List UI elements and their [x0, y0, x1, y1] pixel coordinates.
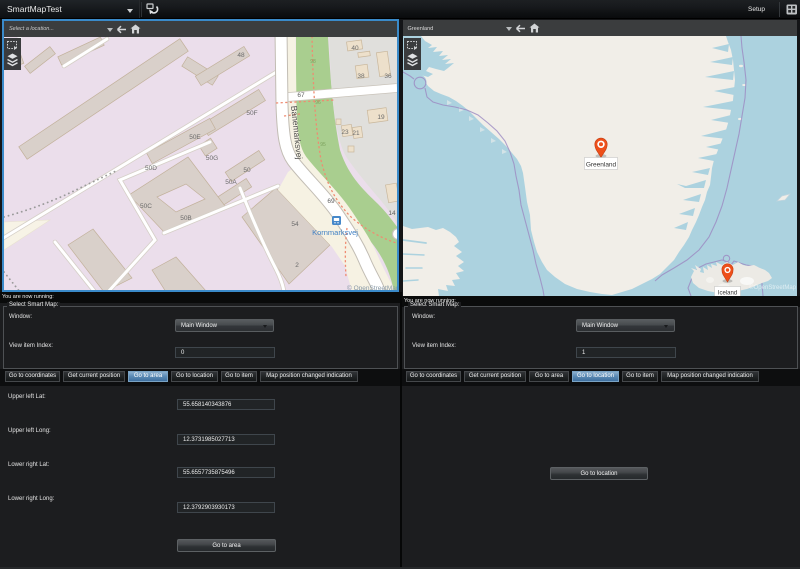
svg-text:54: 54: [291, 221, 299, 228]
svg-text:Greenland: Greenland: [586, 162, 617, 169]
svg-text:50D: 50D: [145, 165, 157, 172]
svg-text:67: 67: [297, 92, 305, 99]
svg-text:50G: 50G: [206, 155, 218, 162]
svg-text:95: 95: [320, 142, 326, 148]
svg-text:50B: 50B: [180, 215, 192, 222]
svg-text:96: 96: [315, 100, 321, 106]
svg-text:©OpenStreetMap: ©OpenStreetMap: [749, 284, 796, 291]
svg-text:2: 2: [295, 262, 299, 269]
svg-text:69: 69: [327, 198, 335, 205]
svg-text:50A: 50A: [225, 179, 237, 186]
svg-text:50E: 50E: [189, 134, 201, 141]
svg-text:50F: 50F: [246, 110, 257, 117]
svg-text:Kornmarksvej: Kornmarksvej: [312, 228, 358, 237]
svg-text:23: 23: [341, 129, 349, 136]
svg-text:21: 21: [352, 130, 360, 137]
svg-text:14: 14: [388, 210, 396, 217]
svg-text:38: 38: [357, 73, 365, 80]
svg-text:48: 48: [237, 52, 245, 59]
svg-text:50: 50: [243, 167, 251, 174]
svg-text:50C: 50C: [140, 203, 152, 210]
svg-text:40: 40: [351, 45, 359, 52]
svg-text:36: 36: [384, 73, 392, 80]
svg-text:19: 19: [377, 114, 385, 121]
svg-text:© OpenStreetMap: © OpenStreetMap: [347, 284, 397, 290]
svg-text:98: 98: [310, 59, 316, 65]
